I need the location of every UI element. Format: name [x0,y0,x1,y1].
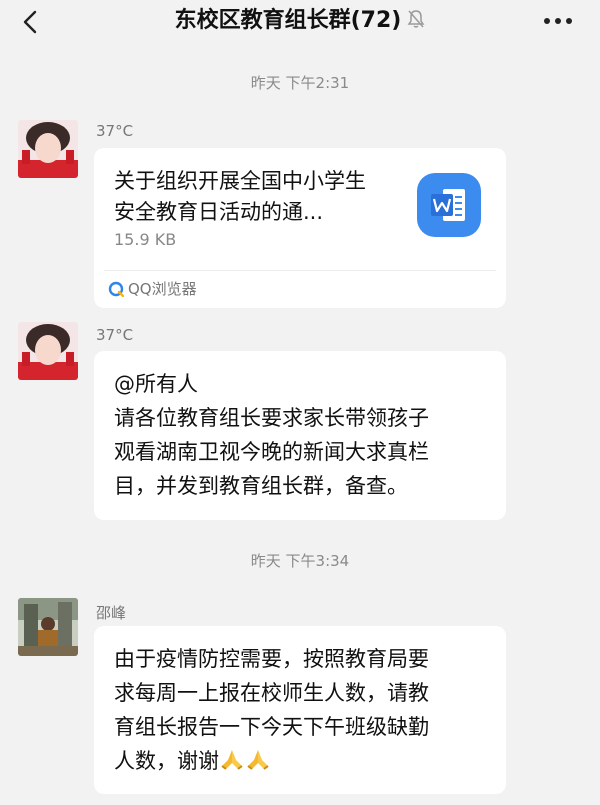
message-line: 请各位教育组长要求家长带领孩子 [114,406,429,430]
chat-title: 东校区教育组长群(72) [174,8,402,33]
file-name: 关于组织开展全国中小学生安全教育日活动的通... [114,169,366,224]
praying-hands-icon [221,750,243,770]
word-document-icon [417,173,481,237]
avatar[interactable] [18,598,78,656]
sender-name: 37°C [96,326,134,344]
sender-name: 37°C [96,122,134,140]
message-text: 由于疫情防控需要，按照教育局要 求每周一上报在校师生人数，请教 育组长报告一下今… [94,626,506,778]
message-line: 观看湖南卫视今晚的新闻大求真栏 [114,440,429,464]
message-line: 求每周一上报在校师生人数，请教 [114,681,429,705]
chat-header: 东校区教育组长群(72) [0,0,600,44]
bell-muted-icon [407,10,425,28]
message-line: @所有人 [114,372,198,396]
praying-hands-icon [247,750,269,770]
message-line: 目，并发到教育组长群，备查。 [114,474,408,498]
file-size: 15.9 KB [114,230,177,249]
message-text: @所有人 请各位教育组长要求家长带领孩子 观看湖南卫视今晚的新闻大求真栏 目，并… [94,351,506,503]
text-message-bubble[interactable]: 由于疫情防控需要，按照教育局要 求每周一上报在校师生人数，请教 育组长报告一下今… [94,626,506,794]
message-line: 人数，谢谢 [114,744,486,778]
avatar[interactable] [18,120,78,178]
message-line-text: 人数，谢谢 [114,749,219,773]
file-source[interactable]: QQ浏览器 [108,279,197,299]
qq-browser-icon [108,281,124,297]
file-source-label: QQ浏览器 [128,280,197,298]
message-timestamp: 昨天 下午2:31 [250,74,350,92]
message-timestamp: 昨天 下午3:34 [250,552,350,570]
file-message-card[interactable]: 关于组织开展全国中小学生安全教育日活动的通... 15.9 KB QQ浏览器 [94,148,506,308]
message-line: 育组长报告一下今天下午班级缺勤 [114,715,429,739]
avatar[interactable] [18,322,78,380]
chat-title-row: 东校区教育组长群(72) [0,6,600,36]
more-horizontal-icon[interactable] [542,16,574,26]
message-line: 由于疫情防控需要，按照教育局要 [114,647,429,671]
text-message-bubble[interactable]: @所有人 请各位教育组长要求家长带领孩子 观看湖南卫视今晚的新闻大求真栏 目，并… [94,351,506,520]
divider [104,270,496,271]
sender-name: 邵峰 [96,604,127,622]
